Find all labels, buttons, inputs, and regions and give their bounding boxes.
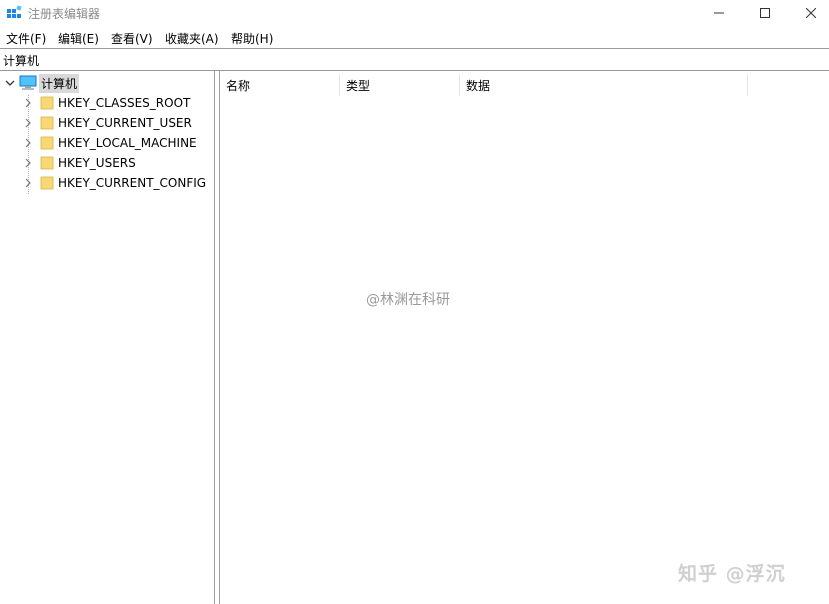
folder-icon	[40, 96, 54, 110]
menu-bar: 文件(F) 编辑(E) 查看(V) 收藏夹(A) 帮助(H)	[0, 28, 829, 48]
title-bar: 注册表编辑器	[0, 0, 829, 26]
values-list-pane[interactable]: 名称 类型 数据 @林渊在科研 知乎 @浮沉	[220, 71, 829, 604]
close-button[interactable]	[788, 0, 829, 26]
column-header-name[interactable]: 名称	[220, 74, 340, 96]
menu-help[interactable]: 帮助(H)	[231, 30, 273, 47]
tree-item-label: HKEY_CURRENT_CONFIG	[58, 176, 207, 190]
registry-editor-app-icon	[6, 5, 22, 21]
maximize-button[interactable]	[742, 0, 788, 26]
menu-edit[interactable]: 编辑(E)	[58, 30, 99, 47]
column-header-type[interactable]: 类型	[340, 74, 460, 96]
tree-root-label: 计算机	[39, 73, 80, 93]
window-title: 注册表编辑器	[28, 7, 101, 21]
folder-icon	[40, 156, 54, 170]
chevron-down-icon[interactable]	[4, 77, 16, 89]
tree-item-hkey-current-user[interactable]: HKEY_CURRENT_USER	[22, 113, 192, 133]
folder-icon	[40, 116, 54, 130]
close-icon	[806, 8, 816, 18]
chevron-right-icon[interactable]	[22, 97, 34, 109]
minimize-button[interactable]	[696, 0, 742, 26]
zhihu-watermark: 知乎 @浮沉	[678, 563, 786, 585]
tree-item-label: HKEY_CLASSES_ROOT	[58, 96, 191, 110]
tree-item-hkey-classes-root[interactable]: HKEY_CLASSES_ROOT	[22, 93, 190, 113]
computer-icon	[19, 75, 37, 91]
folder-icon	[40, 136, 54, 150]
menu-file[interactable]: 文件(F)	[6, 30, 46, 47]
watermark-text: @林渊在科研	[366, 292, 450, 308]
tree-item-label: HKEY_LOCAL_MACHINE	[58, 136, 197, 150]
tree-item-hkey-current-config[interactable]: HKEY_CURRENT_CONFIG	[22, 173, 206, 193]
tree-item-label: HKEY_USERS	[58, 156, 136, 170]
address-bar[interactable]: 计算机	[0, 48, 829, 71]
tree-item-computer[interactable]: 计算机	[4, 73, 80, 93]
chevron-right-icon[interactable]	[22, 177, 34, 189]
tree-item-hkey-users[interactable]: HKEY_USERS	[22, 153, 136, 173]
address-path: 计算机	[3, 54, 40, 68]
maximize-icon	[760, 8, 770, 18]
minimize-icon	[714, 12, 724, 14]
chevron-right-icon[interactable]	[22, 117, 34, 129]
menu-favorites[interactable]: 收藏夹(A)	[165, 30, 219, 47]
chevron-right-icon[interactable]	[22, 157, 34, 169]
tree-pane[interactable]: 计算机 HKEY_CLASSES_ROOT HKEY_CURRENT_USER …	[0, 71, 214, 604]
tree-item-hkey-local-machine[interactable]: HKEY_LOCAL_MACHINE	[22, 133, 197, 153]
folder-icon	[40, 176, 54, 190]
menu-view[interactable]: 查看(V)	[111, 30, 153, 47]
tree-item-label: HKEY_CURRENT_USER	[58, 116, 192, 130]
column-header-data[interactable]: 数据	[460, 74, 748, 96]
chevron-right-icon[interactable]	[22, 137, 34, 149]
